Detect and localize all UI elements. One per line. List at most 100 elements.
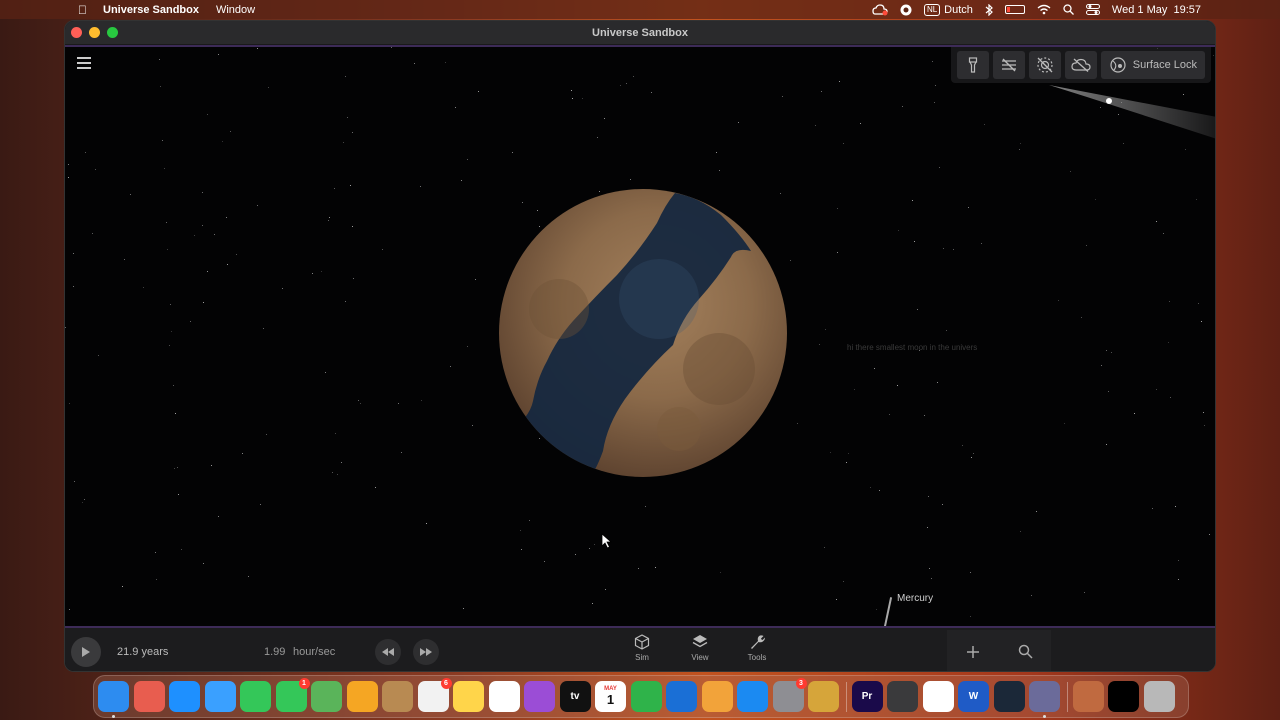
dock-photos-icon[interactable]	[346, 681, 378, 712]
star	[594, 544, 595, 545]
star	[971, 457, 972, 458]
star	[421, 400, 422, 401]
star	[782, 96, 783, 97]
main-menu-button[interactable]	[77, 57, 91, 69]
nav-sim-button[interactable]: Sim	[622, 634, 662, 670]
play-button[interactable]	[71, 637, 101, 667]
planet[interactable]	[499, 189, 787, 477]
control-center-icon[interactable]	[1085, 4, 1100, 15]
star	[343, 142, 344, 143]
dock-calendar-icon[interactable]: MAY 1	[595, 681, 626, 712]
simulation-viewport[interactable]: Surface Lock hi there smallest moon in t…	[65, 47, 1215, 626]
dock-reminders-icon[interactable]: 6	[417, 678, 452, 712]
nav-view-button[interactable]: View	[680, 634, 720, 670]
star	[1084, 592, 1085, 593]
mercury-label[interactable]: Mercury	[897, 593, 933, 604]
dock-word-icon[interactable]: W	[958, 681, 989, 712]
star	[463, 608, 464, 609]
dock-launchpad-icon[interactable]	[133, 681, 165, 712]
time-rate-value[interactable]: 1.99	[264, 646, 285, 658]
bluetooth-icon[interactable]	[985, 3, 993, 16]
star	[73, 286, 74, 287]
running-indicator	[1043, 715, 1046, 718]
star	[819, 344, 820, 345]
star	[544, 561, 545, 562]
dock-freeform-icon[interactable]	[488, 681, 520, 712]
menu-window[interactable]: Window	[216, 4, 255, 16]
flashlight-button[interactable]	[956, 51, 989, 79]
slower-button[interactable]	[375, 639, 401, 665]
dock-system-settings-icon[interactable]: 3	[772, 678, 807, 712]
dock-trash-icon[interactable]	[1143, 681, 1175, 712]
star	[455, 107, 456, 108]
star	[575, 554, 576, 555]
star	[1106, 444, 1107, 445]
menu-app-name[interactable]: Universe Sandbox	[103, 4, 199, 16]
dock-premiere-pro-icon[interactable]: Pr	[851, 681, 883, 712]
clouds-toggle-button[interactable]	[1064, 51, 1097, 79]
star	[1201, 321, 1202, 322]
star	[155, 552, 156, 553]
zoom-window-button[interactable]	[107, 27, 118, 38]
dock-keynote-icon[interactable]	[666, 681, 697, 712]
title-bar[interactable]: Universe Sandbox	[65, 21, 1215, 45]
dock-notes-icon[interactable]	[453, 681, 484, 712]
star	[1178, 560, 1179, 561]
star	[207, 114, 208, 115]
faster-button[interactable]	[413, 639, 439, 665]
star	[582, 98, 583, 99]
dock-podcasts-icon[interactable]	[524, 681, 555, 712]
dock-contacts-icon[interactable]	[382, 681, 413, 712]
apple-icon[interactable]: 	[78, 3, 87, 17]
dock-pages-icon[interactable]	[701, 681, 733, 712]
dock-finder-icon[interactable]	[98, 681, 129, 718]
dock-maps-icon[interactable]	[311, 681, 342, 712]
star	[1175, 506, 1176, 507]
add-object-button[interactable]	[957, 636, 989, 668]
moon-label[interactable]: hi there smallest moon in the univers	[847, 343, 977, 352]
dock-universe-sandbox-icon[interactable]	[1029, 681, 1060, 718]
star	[934, 102, 935, 103]
star	[426, 523, 427, 524]
star	[1086, 245, 1087, 246]
star	[321, 271, 322, 272]
trails-toggle-button[interactable]	[992, 51, 1025, 79]
dock-archive-utility-icon[interactable]	[808, 681, 839, 712]
search-button[interactable]	[1009, 636, 1041, 668]
grid-toggle-button[interactable]	[1028, 51, 1061, 79]
dock-chrome-icon[interactable]	[922, 681, 954, 712]
star	[341, 462, 342, 463]
dock-preview-icon[interactable]	[1072, 681, 1104, 712]
notification-badge: 3	[795, 678, 807, 689]
dock-minimized-window-icon[interactable]	[1108, 681, 1139, 712]
creative-cloud-icon[interactable]	[872, 3, 888, 16]
close-window-button[interactable]	[71, 27, 82, 38]
surface-lock-label: Surface Lock	[1132, 59, 1197, 71]
dock-messages-icon[interactable]: 1	[275, 678, 310, 712]
dock-steam-icon[interactable]	[993, 681, 1025, 712]
input-source[interactable]: NL Dutch	[923, 3, 973, 16]
mercury-marker	[883, 597, 893, 626]
star	[1019, 149, 1020, 150]
minimize-window-button[interactable]	[89, 27, 100, 38]
bottom-control-bar: 21.9 years 1.99 hour/sec Sim View Tools	[65, 626, 1215, 671]
star	[874, 368, 875, 369]
record-icon[interactable]	[900, 4, 912, 16]
star	[898, 230, 899, 231]
dock-mail-icon[interactable]	[204, 681, 236, 712]
dock-tv-icon[interactable]: tv	[559, 681, 591, 712]
battery-icon[interactable]	[1004, 5, 1025, 14]
dock-facetime-icon[interactable]	[240, 681, 271, 712]
surface-lock-button[interactable]: Surface Lock	[1100, 51, 1205, 79]
dock-numbers-icon[interactable]	[630, 681, 662, 712]
notification-badge: 6	[440, 678, 452, 689]
dock-app-store-icon[interactable]	[737, 681, 768, 712]
flashlight-icon	[968, 57, 977, 73]
date-time[interactable]: Wed 1 May 19:57	[1112, 4, 1201, 16]
nav-tools-button[interactable]: Tools	[737, 634, 777, 670]
dock-quicktime-icon[interactable]	[887, 681, 918, 712]
wifi-icon[interactable]	[1037, 4, 1051, 15]
dock-safari-icon[interactable]	[169, 681, 200, 712]
spotlight-icon[interactable]	[1063, 4, 1074, 15]
time-rate-unit[interactable]: hour/sec	[293, 646, 335, 658]
